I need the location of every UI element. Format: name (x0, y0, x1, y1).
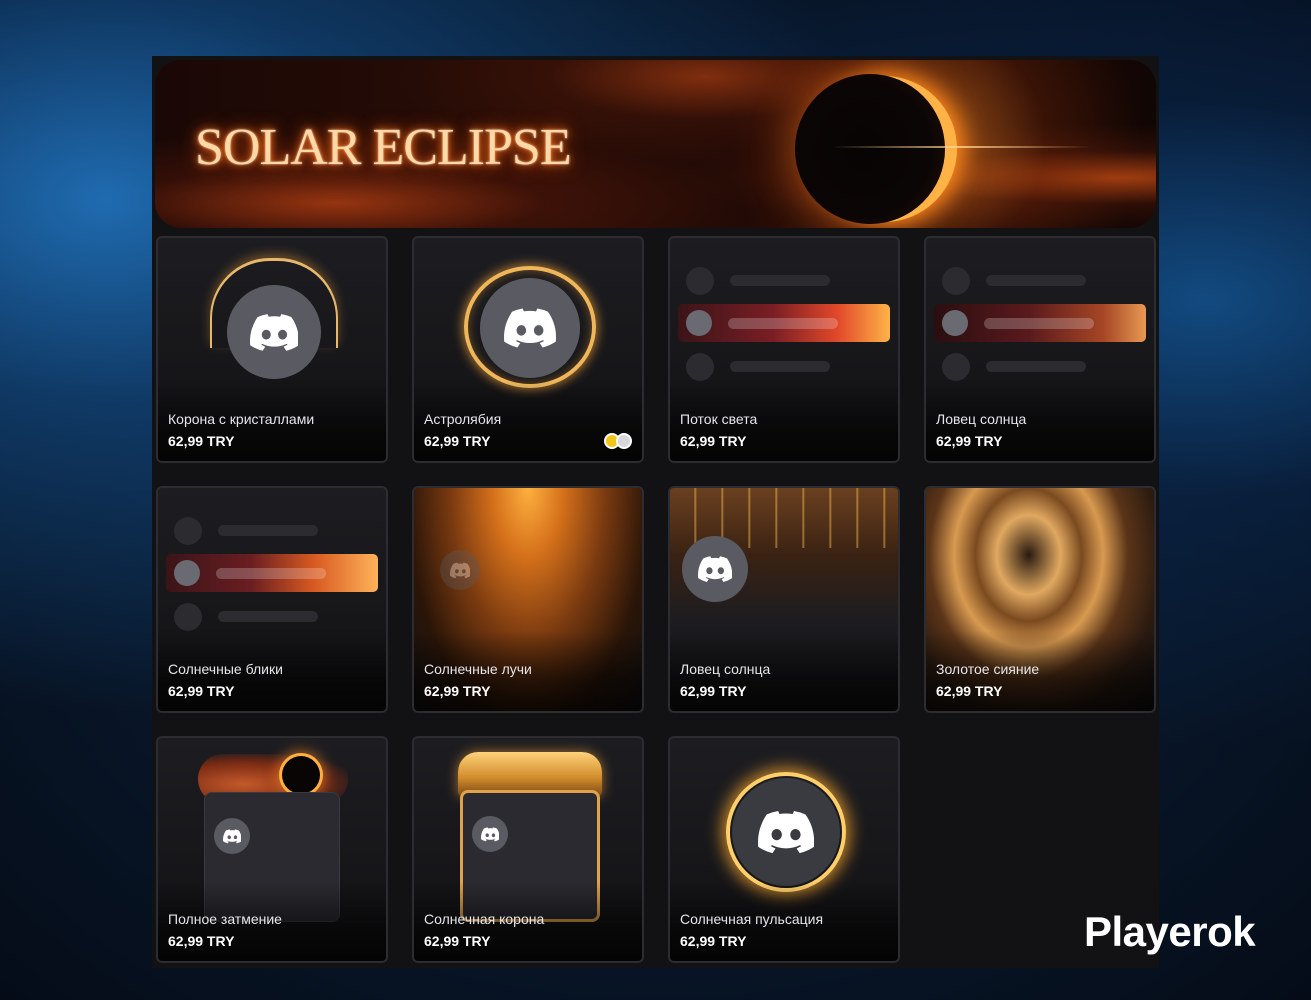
item-price: 62,99 TRY (424, 683, 491, 699)
highlighted-member-row (678, 304, 890, 342)
discord-logo-icon (757, 810, 815, 854)
avatar (472, 816, 508, 852)
discord-logo-icon (222, 828, 242, 844)
avatar (214, 818, 250, 854)
highlighted-member-row (934, 304, 1146, 342)
placeholder-row (168, 516, 376, 546)
placeholder-row (680, 266, 888, 296)
item-card[interactable]: Солнечная пульсация 62,99 TRY (668, 736, 900, 963)
item-card[interactable]: Солнечные лучи 62,99 TRY (412, 486, 644, 713)
eclipse-ring-icon (282, 756, 320, 794)
brand-watermark: Playerok (1084, 908, 1256, 955)
item-grid: Корона с кристаллами 62,99 TRY Астроляби… (156, 236, 1156, 963)
item-name: Полное затмение (168, 911, 282, 927)
item-price: 62,99 TRY (936, 683, 1003, 699)
item-card[interactable]: Солнечная корона 62,99 TRY (412, 736, 644, 963)
item-card[interactable]: Поток света 62,99 TRY (668, 236, 900, 463)
item-name: Ловец солнца (936, 411, 1027, 427)
variant-selector[interactable] (604, 433, 632, 449)
placeholder-row (936, 352, 1144, 382)
avatar (440, 550, 480, 590)
avatar (227, 285, 321, 379)
avatar (732, 778, 840, 886)
placeholder-row (936, 266, 1144, 296)
discord-logo-icon (449, 562, 471, 578)
discord-logo-icon (697, 556, 733, 582)
item-price: 62,99 TRY (680, 433, 747, 449)
item-price: 62,99 TRY (424, 433, 491, 449)
item-price: 62,99 TRY (424, 933, 491, 949)
highlighted-member-row (166, 554, 378, 592)
collection-title: SOLAR ECLIPSE (195, 119, 572, 176)
item-name: Солнечная пульсация (680, 911, 824, 927)
item-name: Ловец солнца (680, 661, 771, 677)
collection-banner: SOLAR ECLIPSE (155, 60, 1156, 228)
eclipse-illustration (795, 74, 945, 224)
placeholder-row (680, 352, 888, 382)
item-card[interactable]: Корона с кристаллами 62,99 TRY (156, 236, 388, 463)
item-name: Астролябия (424, 411, 502, 427)
item-price: 62,99 TRY (936, 433, 1003, 449)
discord-logo-icon (504, 308, 556, 348)
item-card[interactable]: Полное затмение 62,99 TRY (156, 736, 388, 963)
item-card[interactable]: Астролябия 62,99 TRY (412, 236, 644, 463)
item-name: Солнечные блики (168, 661, 283, 677)
avatar (480, 278, 580, 378)
item-price: 62,99 TRY (168, 433, 235, 449)
item-name: Солнечные лучи (424, 661, 532, 677)
discord-logo-icon (249, 313, 299, 351)
item-card[interactable]: Ловец солнца 62,99 TRY (924, 236, 1156, 463)
item-price: 62,99 TRY (680, 933, 747, 949)
item-name: Корона с кристаллами (168, 411, 315, 427)
variant-silver-swatch[interactable] (616, 433, 632, 449)
placeholder-row (168, 602, 376, 632)
item-price: 62,99 TRY (680, 683, 747, 699)
item-card[interactable]: Солнечные блики 62,99 TRY (156, 486, 388, 713)
item-price: 62,99 TRY (168, 683, 235, 699)
item-card[interactable]: Золотое сияние 62,99 TRY (924, 486, 1156, 713)
shop-panel: SOLAR ECLIPSE Корона с кристаллами 62,99… (152, 56, 1159, 968)
discord-logo-icon (480, 826, 500, 842)
item-name: Поток света (680, 411, 758, 427)
light-flare (831, 146, 1091, 148)
item-card[interactable]: Ловец солнца 62,99 TRY (668, 486, 900, 713)
item-name: Солнечная корона (424, 911, 545, 927)
avatar (682, 536, 748, 602)
item-name: Золотое сияние (936, 661, 1040, 677)
item-price: 62,99 TRY (168, 933, 235, 949)
